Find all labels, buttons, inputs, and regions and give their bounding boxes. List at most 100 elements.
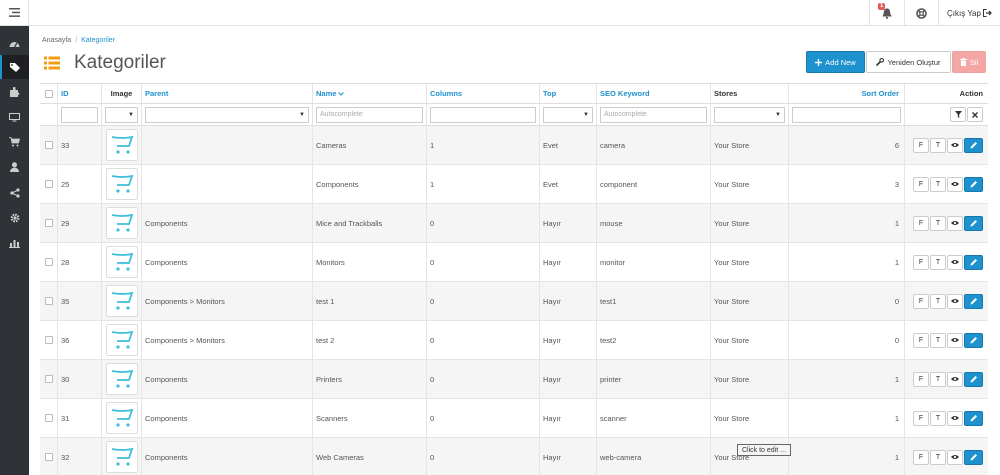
- filter-seo-input[interactable]: Autocomplete: [600, 106, 707, 123]
- delete-button[interactable]: Sil: [952, 51, 986, 73]
- row-id: 32: [61, 452, 70, 462]
- edit-button[interactable]: [964, 254, 983, 270]
- cell-top: Hayır: [539, 399, 596, 437]
- help-button[interactable]: [904, 0, 938, 26]
- filter-t-button[interactable]: T: [930, 371, 946, 387]
- filter-row: ▼ ▼ Autocomplete ▼ Autocomplete ▼: [40, 104, 988, 126]
- row-checkbox[interactable]: [44, 141, 53, 149]
- apply-filter-button[interactable]: [950, 107, 966, 122]
- nav-dashboard[interactable]: [0, 31, 29, 55]
- share-icon: [9, 188, 20, 198]
- nav-customers[interactable]: [0, 155, 29, 179]
- breadcrumb-categories-link[interactable]: Kategoriler: [81, 37, 115, 44]
- filter-sort-input[interactable]: [792, 106, 901, 123]
- column-header-parent[interactable]: Parent: [141, 84, 312, 103]
- cell-columns: 0: [426, 243, 539, 281]
- column-header-seo[interactable]: SEO Keyword: [596, 84, 710, 103]
- view-button[interactable]: [947, 215, 963, 231]
- edit-button[interactable]: [964, 449, 983, 465]
- filter-t-button[interactable]: T: [930, 332, 946, 348]
- category-thumbnail: [105, 129, 138, 161]
- view-button[interactable]: [947, 254, 963, 270]
- rebuild-button[interactable]: Yeniden Oluştur: [866, 51, 951, 73]
- row-sort: 1: [894, 374, 899, 384]
- breadcrumb-home-link[interactable]: Anasayfa: [42, 37, 71, 44]
- view-button[interactable]: [947, 176, 963, 192]
- add-new-button[interactable]: Add New: [806, 51, 865, 73]
- filter-spacer: [40, 104, 57, 125]
- nav-catalog[interactable]: [0, 55, 29, 79]
- filter-t-button[interactable]: T: [930, 449, 946, 465]
- edit-button[interactable]: [964, 410, 983, 426]
- row-checkbox[interactable]: [44, 297, 53, 305]
- filter-f-button[interactable]: F: [913, 137, 929, 153]
- pencil-icon: [970, 415, 977, 422]
- column-header-top[interactable]: Top: [539, 84, 596, 103]
- nav-design[interactable]: [0, 105, 29, 129]
- filter-t-button[interactable]: T: [930, 254, 946, 270]
- filter-f-button[interactable]: F: [913, 293, 929, 309]
- column-header-name[interactable]: Name: [312, 84, 426, 103]
- cell-columns: 0: [426, 321, 539, 359]
- cell-sort: 3: [788, 165, 904, 203]
- filter-t-button[interactable]: T: [930, 410, 946, 426]
- filter-t-button[interactable]: T: [930, 215, 946, 231]
- view-button[interactable]: [947, 371, 963, 387]
- filter-f-button[interactable]: F: [913, 449, 929, 465]
- nav-extensions[interactable]: [0, 80, 29, 104]
- row-checkbox[interactable]: [44, 375, 53, 383]
- filter-t-button[interactable]: T: [930, 293, 946, 309]
- filter-f-button[interactable]: F: [913, 371, 929, 387]
- menu-toggle-button[interactable]: [0, 0, 29, 26]
- row-checkbox[interactable]: [44, 258, 53, 266]
- cell-parent: Components: [141, 204, 312, 242]
- view-button[interactable]: [947, 332, 963, 348]
- filter-name-input[interactable]: Autocomplete: [316, 106, 423, 123]
- edit-button[interactable]: [964, 293, 983, 309]
- filter-f-button[interactable]: F: [913, 332, 929, 348]
- row-checkbox[interactable]: [44, 180, 53, 188]
- nav-marketing[interactable]: [0, 181, 29, 205]
- row-checkbox[interactable]: [44, 219, 53, 227]
- column-header-sort[interactable]: Sort Order: [788, 84, 904, 103]
- column-header-id[interactable]: ID: [57, 84, 101, 103]
- row-seo: scanner: [600, 413, 627, 423]
- edit-button[interactable]: [964, 176, 983, 192]
- edit-button[interactable]: [964, 371, 983, 387]
- view-button[interactable]: [947, 449, 963, 465]
- filter-f-button[interactable]: F: [913, 215, 929, 231]
- nav-system[interactable]: [0, 206, 29, 230]
- notifications-button[interactable]: 1: [869, 0, 904, 26]
- edit-button[interactable]: [964, 137, 983, 153]
- cell-id: 30: [57, 360, 101, 398]
- filter-t-button[interactable]: T: [930, 137, 946, 153]
- row-checkbox[interactable]: [44, 453, 53, 461]
- logout-button[interactable]: Çıkış Yap: [938, 0, 1000, 26]
- select-all-checkbox[interactable]: [44, 89, 53, 98]
- edit-button[interactable]: [964, 215, 983, 231]
- view-button[interactable]: [947, 410, 963, 426]
- nav-sales[interactable]: [0, 130, 29, 154]
- cell-image: [101, 204, 141, 242]
- edit-button[interactable]: [964, 332, 983, 348]
- cell-stores: Your Store: [710, 126, 788, 164]
- row-id: 31: [61, 413, 70, 423]
- filter-f-button[interactable]: F: [913, 410, 929, 426]
- row-checkbox[interactable]: [44, 336, 53, 344]
- filter-id-input[interactable]: [61, 106, 98, 123]
- filter-columns-input[interactable]: [430, 106, 536, 123]
- filter-image-select[interactable]: ▼: [105, 106, 138, 123]
- filter-parent-select[interactable]: ▼: [145, 106, 309, 123]
- filter-stores-select[interactable]: ▼: [714, 106, 785, 123]
- view-button[interactable]: [947, 137, 963, 153]
- cell-parent: Components > Monitors: [141, 282, 312, 320]
- view-button[interactable]: [947, 293, 963, 309]
- filter-top-select[interactable]: ▼: [543, 106, 593, 123]
- row-checkbox[interactable]: [44, 414, 53, 422]
- clear-filter-button[interactable]: [967, 107, 983, 122]
- filter-t-button[interactable]: T: [930, 176, 946, 192]
- column-header-columns[interactable]: Columns: [426, 84, 539, 103]
- filter-f-button[interactable]: F: [913, 176, 929, 192]
- filter-f-button[interactable]: F: [913, 254, 929, 270]
- nav-reports[interactable]: [0, 231, 29, 255]
